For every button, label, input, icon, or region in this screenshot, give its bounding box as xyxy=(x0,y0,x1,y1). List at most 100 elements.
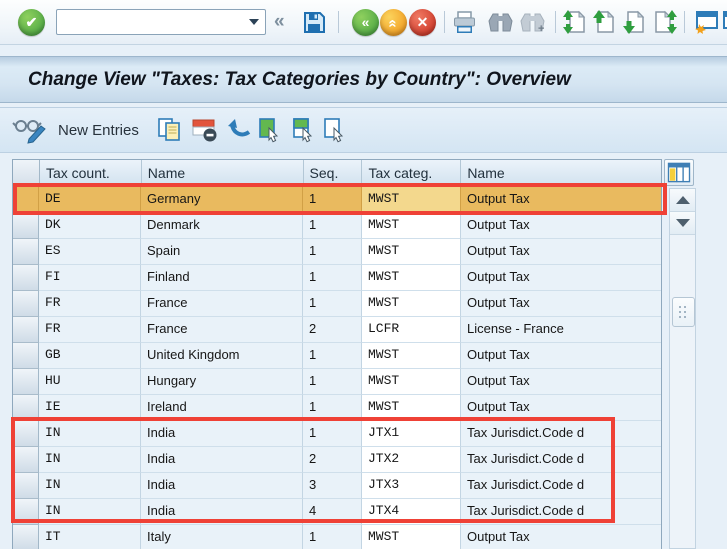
table-row: FR France 2 LCFR License - France xyxy=(13,317,661,343)
cell-tax-category[interactable]: MWST xyxy=(362,239,461,265)
row-selector[interactable] xyxy=(13,447,39,473)
command-dropdown-button[interactable] xyxy=(243,10,265,34)
toolbar-separator xyxy=(684,11,685,33)
cell-country-name: Italy xyxy=(141,525,303,549)
cell-category-name: Output Tax xyxy=(461,291,661,317)
cell-category-name: Output Tax xyxy=(461,525,661,549)
command-field[interactable] xyxy=(57,10,243,34)
save-icon xyxy=(304,12,325,33)
cell-country-name: India xyxy=(141,447,303,473)
cell-tax-category[interactable]: JTX3 xyxy=(362,473,461,499)
clipped-toolbar-button[interactable] xyxy=(722,8,727,36)
table-row: FI Finland 1 MWST Output Tax xyxy=(13,265,661,291)
cell-category-name: Output Tax xyxy=(461,369,661,395)
find-next-button[interactable]: + xyxy=(519,8,546,36)
new-session-button[interactable] xyxy=(692,8,719,36)
cell-tax-category[interactable]: MWST xyxy=(362,265,461,291)
select-all-rows-header[interactable] xyxy=(13,160,40,186)
header-category-name[interactable]: Name xyxy=(461,160,661,186)
first-page-button[interactable] xyxy=(562,8,587,36)
find-button[interactable] xyxy=(487,8,514,36)
cell-country-name: Ireland xyxy=(141,395,303,421)
row-selector[interactable] xyxy=(13,473,39,499)
vertical-scrollbar[interactable] xyxy=(669,188,696,549)
cell-tax-category[interactable]: MWST xyxy=(362,187,461,213)
scroll-up-button[interactable] xyxy=(670,189,695,212)
cell-tax-category[interactable]: JTX4 xyxy=(362,499,461,525)
cell-sequence: 3 xyxy=(303,473,362,499)
row-selector[interactable] xyxy=(13,213,39,239)
cell-country-name: Spain xyxy=(141,239,303,265)
cell-tax-country: DE xyxy=(39,187,141,213)
cell-country-name: France xyxy=(141,291,303,317)
exit-icon: « xyxy=(380,8,407,36)
exit-button[interactable]: « xyxy=(380,8,407,36)
row-selector[interactable] xyxy=(13,291,39,317)
cell-tax-category[interactable]: MWST xyxy=(362,343,461,369)
enter-button[interactable]: ✔ xyxy=(18,8,45,36)
display-change-toggle-button[interactable] xyxy=(12,116,48,144)
first-page-icon xyxy=(563,10,586,34)
cell-sequence: 1 xyxy=(303,291,362,317)
cell-tax-category[interactable]: MWST xyxy=(362,525,461,549)
row-selector[interactable] xyxy=(13,317,39,343)
cell-tax-country: IN xyxy=(39,499,141,525)
row-selector[interactable] xyxy=(13,395,39,421)
cell-tax-category[interactable]: MWST xyxy=(362,369,461,395)
row-selector[interactable] xyxy=(13,343,39,369)
scrollbar-thumb[interactable] xyxy=(672,297,695,327)
new-session-icon xyxy=(695,11,718,34)
last-page-button[interactable] xyxy=(652,8,677,36)
collapse-toolbar-button[interactable]: « xyxy=(274,8,285,36)
deselect-all-button[interactable] xyxy=(322,116,348,144)
header-tax-country[interactable]: Tax count. xyxy=(40,160,142,186)
cell-tax-country: DK xyxy=(39,213,141,239)
table-row: IN India 3 JTX3 Tax Jurisdict.Code d xyxy=(13,473,661,499)
select-block-button[interactable] xyxy=(291,116,317,144)
copy-entries-button[interactable] xyxy=(156,116,183,144)
row-selector[interactable] xyxy=(13,239,39,265)
cell-sequence: 4 xyxy=(303,499,362,525)
toolbar-separator xyxy=(555,11,556,33)
scroll-down-button[interactable] xyxy=(670,212,695,235)
header-tax-category[interactable]: Tax categ. xyxy=(362,160,462,186)
cell-category-name: Output Tax xyxy=(461,395,661,421)
cell-tax-category[interactable]: LCFR xyxy=(362,317,461,343)
page-down-button[interactable] xyxy=(622,8,647,36)
grip-dots-icon xyxy=(679,306,681,308)
table-row: IN India 4 JTX4 Tax Jurisdict.Code d xyxy=(13,499,661,525)
row-selector[interactable] xyxy=(13,187,39,213)
new-entries-button[interactable]: New Entries xyxy=(54,118,143,142)
row-selector[interactable] xyxy=(13,525,39,549)
last-page-icon xyxy=(655,10,677,34)
back-button[interactable]: « xyxy=(352,8,379,36)
enter-check-icon: ✔ xyxy=(18,8,45,36)
table-settings-button[interactable] xyxy=(664,159,694,186)
row-selector[interactable] xyxy=(13,421,39,447)
cell-tax-category[interactable]: MWST xyxy=(362,395,461,421)
cell-category-name: Output Tax xyxy=(461,343,661,369)
row-selector[interactable] xyxy=(13,369,39,395)
print-button[interactable] xyxy=(452,8,478,36)
delete-line-button[interactable] xyxy=(191,116,218,144)
table-settings-icon xyxy=(667,162,691,183)
cell-tax-category[interactable]: JTX1 xyxy=(362,421,461,447)
save-button[interactable] xyxy=(302,8,326,36)
cell-tax-country: FR xyxy=(39,291,141,317)
select-all-button[interactable] xyxy=(257,116,283,144)
cancel-button[interactable]: ✕ xyxy=(409,8,436,36)
cell-tax-category[interactable]: MWST xyxy=(362,291,461,317)
cell-tax-category[interactable]: MWST xyxy=(362,213,461,239)
undo-button[interactable] xyxy=(226,116,252,144)
cell-tax-country: ES xyxy=(39,239,141,265)
header-country-name[interactable]: Name xyxy=(142,160,304,186)
cell-tax-category[interactable]: JTX2 xyxy=(362,447,461,473)
row-selector[interactable] xyxy=(13,499,39,525)
header-sequence[interactable]: Seq. xyxy=(304,160,363,186)
print-icon xyxy=(454,10,475,33)
cell-country-name: United Kingdom xyxy=(141,343,303,369)
page-up-button[interactable] xyxy=(592,8,617,36)
cell-tax-country: FR xyxy=(39,317,141,343)
deselect-all-icon xyxy=(324,117,344,142)
row-selector[interactable] xyxy=(13,265,39,291)
